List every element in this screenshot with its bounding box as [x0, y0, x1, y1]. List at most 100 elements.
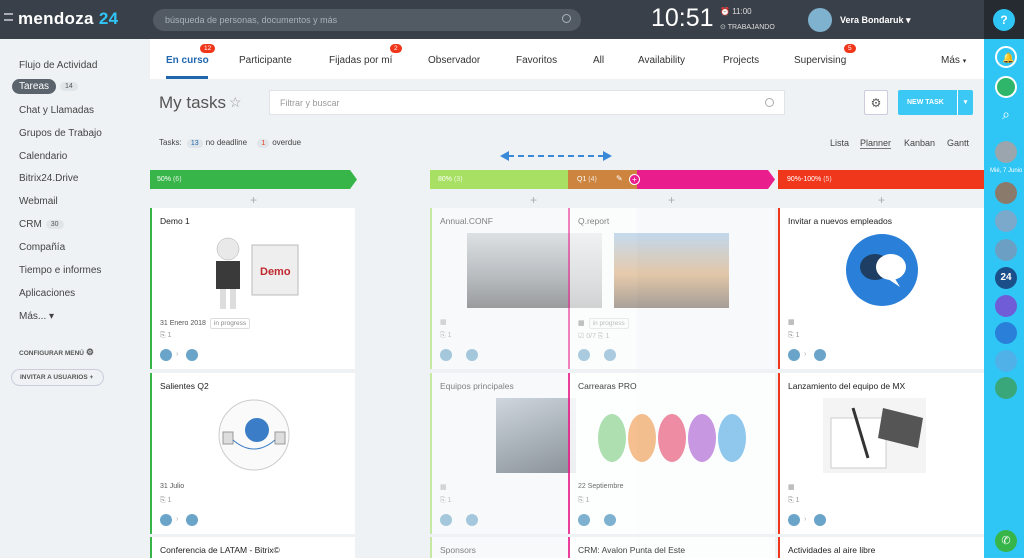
add-task-icon[interactable]: + — [250, 193, 257, 207]
filter-input[interactable]: Filtrar y buscar — [269, 90, 785, 115]
sidebar-item-more[interactable]: Más... ▾ — [19, 311, 54, 322]
sidebar-item-apps[interactable]: Aplicaciones — [19, 288, 75, 299]
creator-avatar[interactable] — [440, 514, 452, 526]
task-card[interactable]: Salientes Q2 31 Julio ⎘ 1 › — [150, 373, 355, 534]
new-task-button[interactable]: NEW TASK ▾ — [898, 90, 973, 115]
creator-avatar[interactable] — [578, 514, 590, 526]
tab-more[interactable]: Más ▾ — [941, 55, 966, 66]
view-lista[interactable]: Lista — [830, 138, 849, 148]
sidebar-item-activity[interactable]: Flujo de Actividad — [19, 60, 97, 71]
task-card[interactable]: Actividades al aire libre — [778, 537, 984, 558]
user-name[interactable]: Vera Bondaruk ▾ — [840, 15, 911, 26]
responsible-avatar[interactable] — [814, 349, 826, 361]
tab-participante[interactable]: Participante — [239, 55, 292, 66]
task-title[interactable]: Annual.CONF — [440, 216, 493, 226]
bitrix24-icon[interactable]: 24 — [995, 267, 1017, 289]
task-card[interactable]: Carrearas PRO 22 Septiembre ⎘ 1 — [568, 373, 775, 534]
sidebar-item-calendar[interactable]: Calendario — [19, 151, 67, 162]
sidebar-item-crm[interactable]: CRM 30 — [19, 219, 64, 230]
task-title[interactable]: Salientes Q2 — [160, 381, 209, 391]
creator-avatar[interactable] — [788, 514, 800, 526]
creator-avatar[interactable] — [578, 349, 590, 361]
contact-avatar[interactable] — [995, 239, 1017, 261]
messenger-icon[interactable] — [995, 76, 1017, 98]
task-card[interactable]: Invitar a nuevos empleados ▦ ⎘ 1 › — [778, 208, 984, 369]
task-title[interactable]: Equipos principales — [440, 381, 514, 391]
no-deadline-label[interactable]: no deadline — [206, 138, 247, 147]
view-kanban[interactable]: Kanban — [904, 138, 935, 148]
contact-avatar[interactable] — [995, 182, 1017, 204]
sidebar-item-groups[interactable]: Grupos de Trabajo — [19, 128, 102, 139]
configure-menu[interactable]: CONFIGURAR MENÚ ⚙ — [19, 347, 94, 358]
sidebar-item-company[interactable]: Compañía — [19, 242, 65, 253]
sidebar-item-tasks[interactable]: Tareas 14 — [12, 79, 78, 94]
responsible-avatar[interactable] — [604, 514, 616, 526]
no-deadline-count[interactable]: 13 — [186, 139, 203, 148]
task-title[interactable]: Actividades al aire libre — [788, 545, 875, 555]
task-card[interactable]: Q.report ▦ in progress ☑ 0/7 ⎘ 1 — [568, 208, 775, 369]
task-title[interactable]: Carrearas PRO — [578, 381, 637, 391]
tab-projects[interactable]: Projects — [723, 55, 759, 66]
creator-avatar[interactable] — [160, 514, 172, 526]
tab-en-curso[interactable]: En curso — [166, 55, 209, 66]
creator-avatar[interactable] — [788, 349, 800, 361]
search-icon[interactable]: ⌕ — [995, 106, 1017, 128]
task-card[interactable]: CRM: Avalon Punta del Este — [568, 537, 775, 558]
chat-icon[interactable] — [995, 322, 1017, 344]
work-status[interactable]: ⊙ TRABAJANDO — [720, 23, 775, 31]
responsible-avatar[interactable] — [604, 349, 616, 361]
chat-icon[interactable] — [995, 377, 1017, 399]
column-header-50[interactable]: 50% (6) — [150, 170, 189, 189]
help-button[interactable]: ? — [993, 9, 1015, 31]
task-title[interactable]: CRM: Avalon Punta del Este — [578, 545, 685, 555]
sidebar-item-chat[interactable]: Chat y Llamadas — [19, 105, 94, 116]
tab-observador[interactable]: Observador — [428, 55, 480, 66]
add-column-icon[interactable]: + — [629, 174, 640, 185]
responsible-avatar[interactable] — [466, 349, 478, 361]
chat-icon[interactable] — [995, 350, 1017, 372]
notifications-icon[interactable]: 🔔 — [995, 46, 1017, 68]
task-title[interactable]: Lanzamiento del equipo de MX — [788, 381, 905, 391]
responsible-avatar[interactable] — [814, 514, 826, 526]
sidebar-item-time[interactable]: Tiempo e informes — [19, 265, 101, 276]
tab-availability[interactable]: Availability — [638, 55, 685, 66]
creator-avatar[interactable] — [160, 349, 172, 361]
tab-fijadas[interactable]: Fijadas por mí — [329, 55, 392, 66]
creator-avatar[interactable] — [440, 349, 452, 361]
task-title[interactable]: Sponsors — [440, 545, 476, 555]
avatar[interactable] — [808, 8, 832, 32]
task-card[interactable]: Lanzamiento del equipo de MX ▦ ⎘ 1 › — [778, 373, 984, 534]
task-title[interactable]: Conferencia de LATAM - Bitrix© — [160, 545, 280, 555]
responsible-avatar[interactable] — [186, 514, 198, 526]
overdue-count[interactable]: 1 — [257, 139, 270, 148]
phone-icon[interactable]: ✆ — [995, 530, 1017, 552]
tab-supervising[interactable]: Supervising — [794, 55, 846, 66]
responsible-avatar[interactable] — [466, 514, 478, 526]
brand-logo[interactable]: mendoza 24 — [6, 9, 118, 29]
task-card[interactable]: Conferencia de LATAM - Bitrix© — [150, 537, 355, 558]
invite-button[interactable]: INVITAR A USUARIOS + — [11, 369, 104, 386]
tab-all[interactable]: All — [593, 55, 604, 66]
search-input[interactable]: búsqueda de personas, documentos y más — [153, 9, 581, 31]
add-task-icon[interactable]: + — [668, 193, 675, 207]
task-title[interactable]: Invitar a nuevos empleados — [788, 216, 892, 226]
sidebar-item-webmail[interactable]: Webmail — [19, 196, 58, 207]
settings-button[interactable]: ⚙ — [864, 90, 888, 115]
tab-favoritos[interactable]: Favoritos — [516, 55, 557, 66]
star-icon[interactable]: ☆ — [229, 94, 242, 111]
column-header-q1[interactable]: Q1 (4) — [570, 170, 604, 189]
video-chat-icon[interactable] — [995, 295, 1017, 317]
add-task-icon[interactable]: + — [878, 193, 885, 207]
task-title[interactable]: Q.report — [578, 216, 609, 226]
column-header-90-100[interactable]: 90%-100% (5) — [780, 170, 839, 189]
add-task-icon[interactable]: + — [530, 193, 537, 207]
column-header-80[interactable]: 80% (3) — [431, 170, 470, 189]
task-card[interactable]: Demo 1 Demo 31 Enero 2018 in progress ⎘ 1… — [150, 208, 355, 369]
pencil-icon[interactable]: ✎ — [616, 174, 623, 183]
overdue-label[interactable]: overdue — [272, 138, 301, 147]
view-gantt[interactable]: Gantt — [947, 138, 969, 148]
task-title[interactable]: Demo 1 — [160, 216, 190, 226]
contact-avatar[interactable] — [995, 141, 1017, 163]
sidebar-item-drive[interactable]: Bitrix24.Drive — [19, 173, 78, 184]
chevron-down-icon[interactable]: ▾ — [957, 90, 973, 115]
